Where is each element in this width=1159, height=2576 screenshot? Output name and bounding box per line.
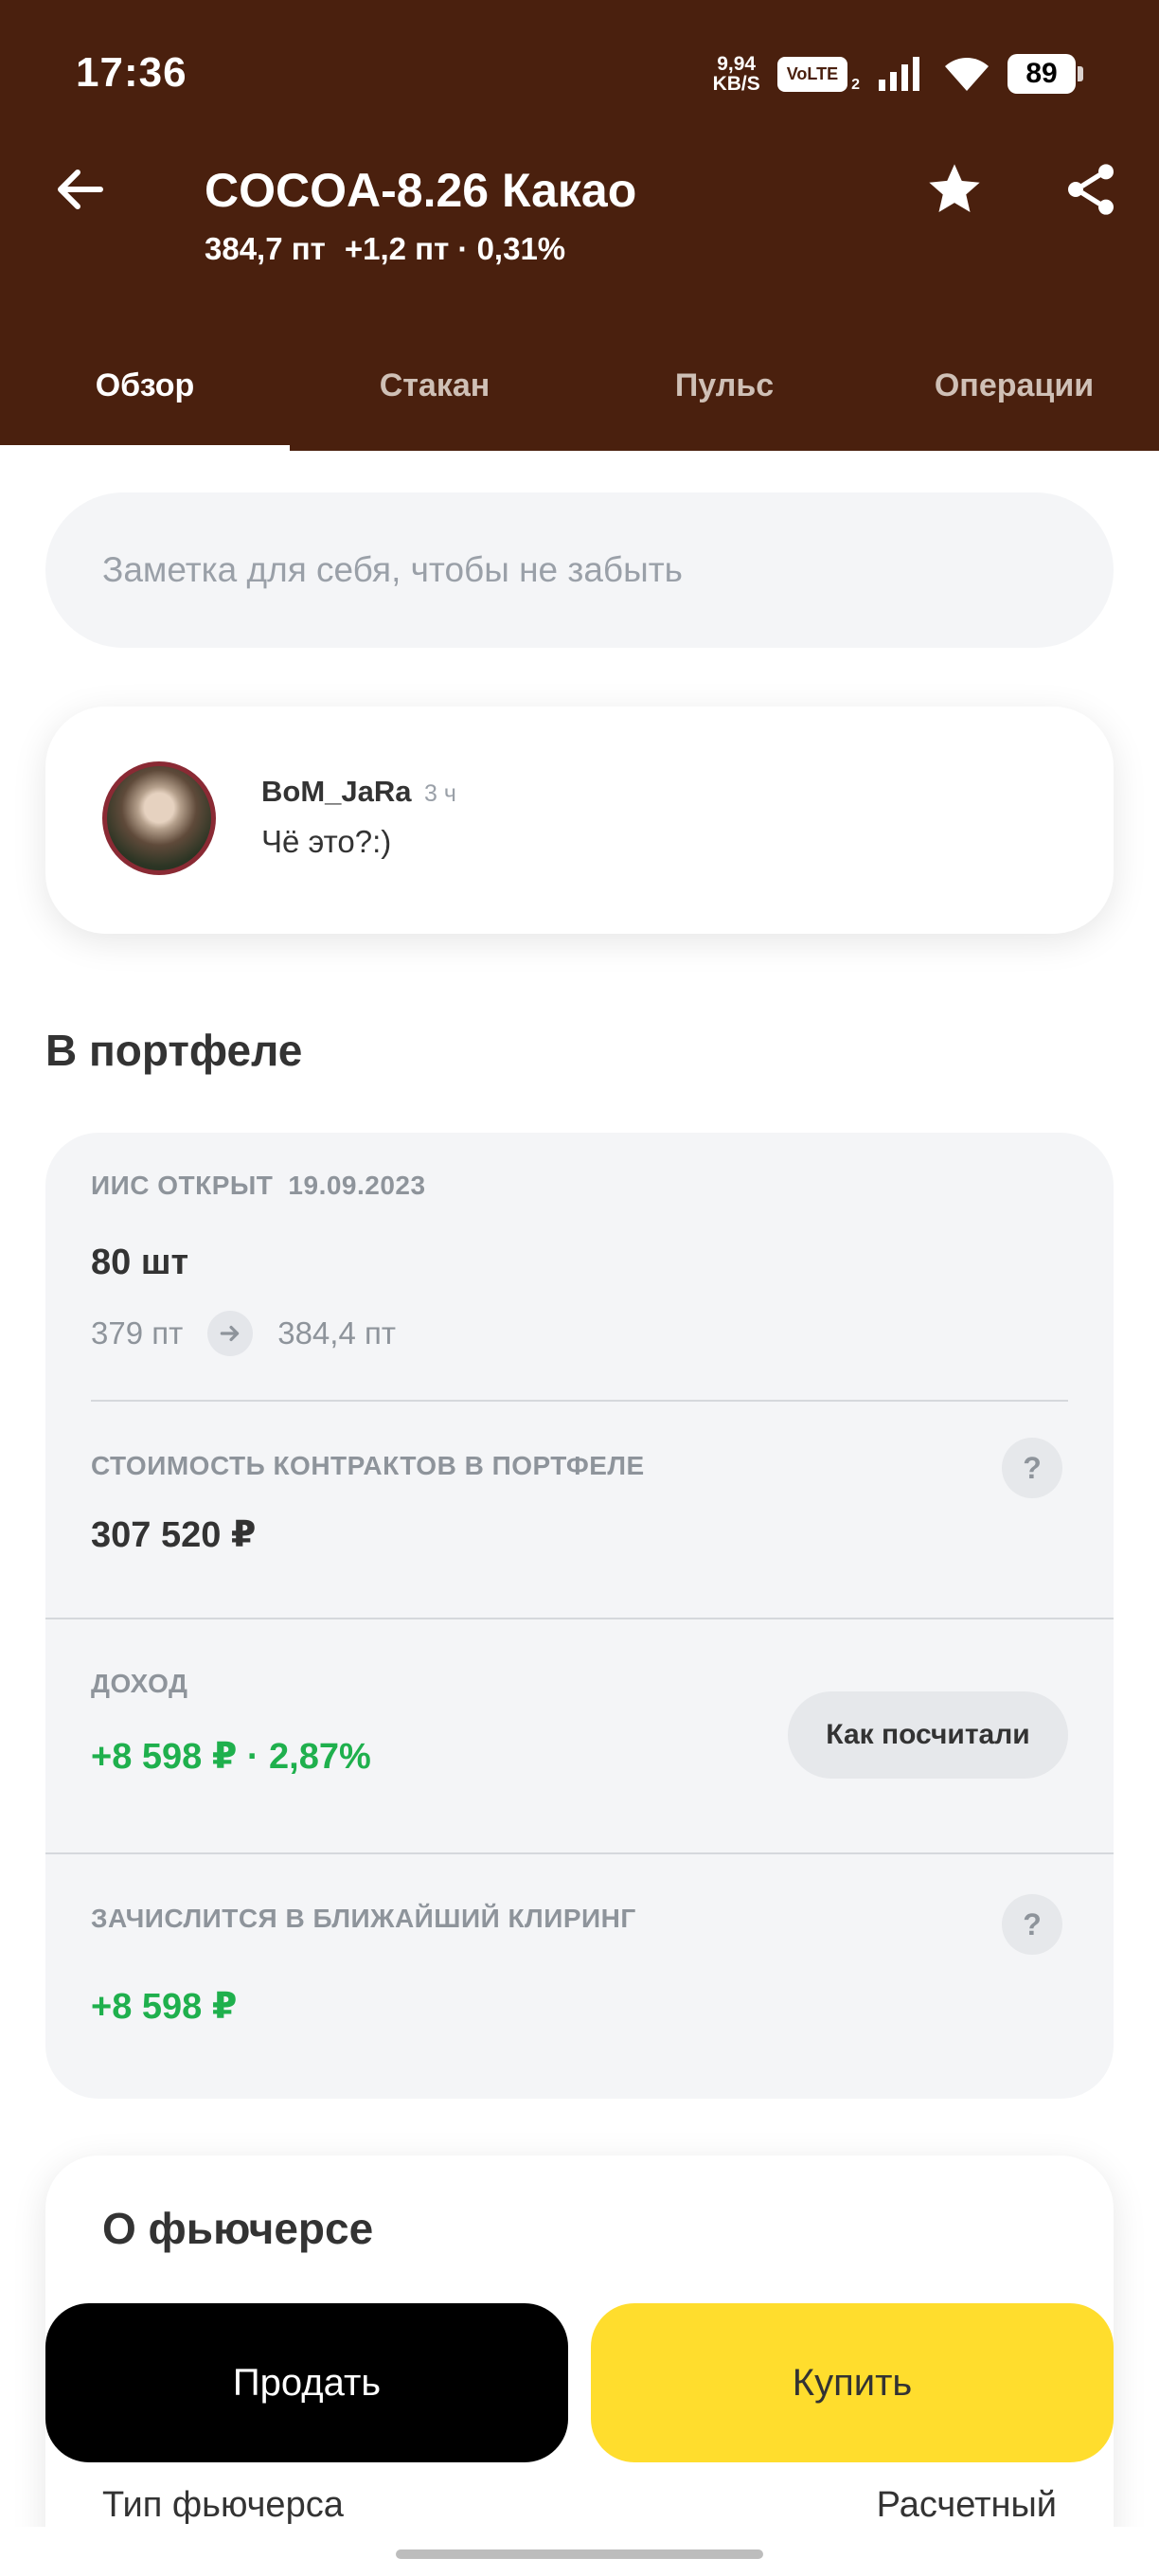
average-price: 379 пт: [91, 1315, 184, 1351]
pulse-comment-card[interactable]: BoM_JaRa 3 ч Чё это?:): [45, 707, 1114, 934]
income-value: +8 598 ₽ · 2,87%: [91, 1737, 371, 1777]
share-icon: [1068, 164, 1114, 215]
instrument-quote: 384,7 пт +1,2 пт · 0,31%: [205, 231, 565, 267]
home-indicator[interactable]: [396, 2549, 763, 2559]
help-value-button[interactable]: ?: [1002, 1438, 1062, 1498]
comment-text: Чё это?:): [261, 824, 392, 859]
divider: [45, 1852, 1114, 1854]
instrument-title: COCOA-8.26 Какао: [205, 164, 637, 217]
help-clearing-button[interactable]: ?: [1002, 1894, 1062, 1955]
instrument-price: 384,7 пт: [205, 231, 326, 266]
tab-bar: Обзор Стакан Пульс Операции: [0, 350, 1159, 451]
signal-icon: [879, 57, 919, 91]
portfolio-card: ИИС ОТКРЫТ 19.09.2023 80 шт 379 пт 384,4 …: [45, 1133, 1114, 2099]
buy-button[interactable]: Купить: [591, 2303, 1114, 2462]
clearing-value: +8 598 ₽: [91, 1987, 238, 2027]
comment-time: 3 ч: [424, 780, 456, 807]
future-type-row: Тип фьючерса Расчетный: [102, 2485, 1057, 2526]
battery-level: 89: [1007, 54, 1076, 94]
clearing-label: ЗАЧИСЛИТСЯ В БЛИЖАЙШИЙ КЛИРИНГ: [91, 1904, 636, 1933]
divider: [45, 1618, 1114, 1619]
about-title: О фьючерсе: [102, 2204, 374, 2253]
battery-tip: [1078, 66, 1083, 81]
income-label: ДОХОД: [91, 1669, 188, 1698]
current-price: 384,4 пт: [277, 1315, 396, 1351]
tab-operations[interactable]: Операции: [869, 350, 1159, 451]
price-change-row: 379 пт 384,4 пт: [91, 1311, 396, 1356]
net-speed-value: 9,94: [717, 53, 757, 75]
avatar[interactable]: [102, 761, 216, 875]
status-time: 17:36: [76, 49, 187, 96]
future-type-label: Тип фьючерса: [102, 2485, 344, 2525]
net-speed: 9,94 KB/S: [713, 54, 760, 94]
note-placeholder: Заметка для себя, чтобы не забыть: [102, 550, 683, 589]
status-icons: 9,94 KB/S VoLTE 2 89: [713, 45, 1083, 102]
how-calculated-button[interactable]: Как посчитали: [788, 1691, 1068, 1779]
arrow-right-icon: [207, 1311, 254, 1356]
star-icon: [929, 164, 980, 212]
back-button[interactable]: [45, 152, 114, 227]
share-button[interactable]: [1053, 152, 1129, 227]
contracts-value: 307 520 ₽: [91, 1515, 257, 1555]
battery-icon: 89: [1007, 54, 1083, 94]
personal-note-field[interactable]: Заметка для себя, чтобы не забыть: [45, 492, 1114, 648]
back-arrow-icon: [58, 170, 103, 209]
volte-badge: VoLTE: [776, 56, 848, 92]
portfolio-section-title: В портфеле: [45, 1026, 303, 1075]
position-quantity: 80 шт: [91, 1243, 189, 1282]
comment-author[interactable]: BoM_JaRa: [261, 775, 412, 809]
tab-overview[interactable]: Обзор: [0, 350, 290, 451]
status-bar: 17:36 9,94 KB/S VoLTE 2 89: [0, 0, 1159, 152]
app-header: 17:36 9,94 KB/S VoLTE 2 89 COCOA-8.26 Ка…: [0, 0, 1159, 451]
divider: [91, 1400, 1068, 1402]
net-speed-unit: KB/S: [712, 73, 760, 95]
contracts-value-label: СТОИМОСТЬ КОНТРАКТОВ В ПОРТФЕЛЕ: [91, 1451, 645, 1480]
tab-pulse[interactable]: Пульс: [580, 350, 869, 451]
account-type: ИИС ОТКРЫТ: [91, 1171, 274, 1200]
instrument-change: +1,2 пт · 0,31%: [344, 231, 566, 266]
sell-button[interactable]: Продать: [45, 2303, 568, 2462]
account-label: ИИС ОТКРЫТ 19.09.2023: [91, 1171, 426, 1201]
tab-order-book[interactable]: Стакан: [290, 350, 580, 451]
favorite-button[interactable]: [917, 152, 992, 227]
wifi-icon: [945, 58, 989, 91]
future-type-value: Расчетный: [876, 2485, 1057, 2525]
sim-index: 2: [851, 77, 860, 93]
account-date: 19.09.2023: [288, 1171, 426, 1200]
